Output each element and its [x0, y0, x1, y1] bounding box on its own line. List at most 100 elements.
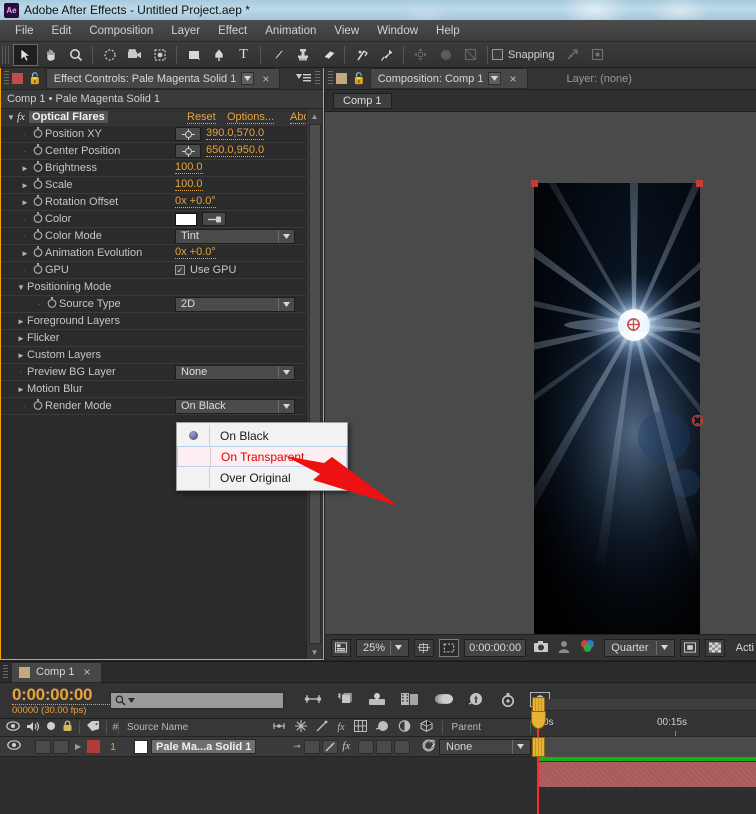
- chevron-right-icon[interactable]: ►: [19, 249, 31, 258]
- show-snapshot-icon[interactable]: [556, 640, 572, 656]
- motion-blur-toggle-icon[interactable]: [304, 692, 322, 709]
- transparency-grid-icon[interactable]: [704, 638, 725, 657]
- selection-tool[interactable]: [13, 43, 38, 66]
- tab-layer[interactable]: Layer: (none): [529, 68, 669, 89]
- render-mode-select[interactable]: On Black: [175, 398, 295, 414]
- chevron-right-icon[interactable]: ►: [19, 164, 31, 173]
- selection-handle-top-left[interactable]: [531, 180, 538, 187]
- stopwatch-icon[interactable]: [31, 263, 45, 277]
- selection-handle-top-right[interactable]: [696, 180, 703, 187]
- frame-blend-icon[interactable]: [353, 720, 367, 735]
- chevron-down-icon[interactable]: ▼: [15, 283, 27, 292]
- chevron-right-icon[interactable]: ►: [19, 181, 31, 190]
- 3d-renderer-icon[interactable]: [336, 692, 354, 710]
- menu-view[interactable]: View: [325, 23, 368, 39]
- stopwatch-icon[interactable]: [31, 144, 45, 158]
- layer-3d-toggle[interactable]: [394, 739, 410, 754]
- puppet-pin-tool[interactable]: [374, 44, 399, 66]
- effect-row-animation-evolution[interactable]: ► Animation Evolution 0x +0.0°: [1, 245, 306, 262]
- options-link[interactable]: Options...: [227, 111, 275, 124]
- frame-blending-icon[interactable]: [434, 692, 454, 709]
- position-xy-gizmo[interactable]: [627, 318, 640, 331]
- effect-row-custom-layers[interactable]: ► Custom Layers: [1, 347, 306, 364]
- effect-row-color[interactable]: · Color: [1, 211, 306, 228]
- comp-panel-grip[interactable]: [328, 71, 333, 86]
- menu-item-over-original[interactable]: Over Original: [177, 467, 347, 488]
- layer-label-color[interactable]: [87, 740, 101, 753]
- zoom-level-select[interactable]: 25%: [356, 638, 409, 657]
- stopwatch-icon[interactable]: [31, 212, 45, 226]
- layer-fx-icon[interactable]: fx: [342, 741, 350, 752]
- layer-shy-icon[interactable]: ⊸: [293, 741, 301, 752]
- panel-grip-right[interactable]: [315, 71, 320, 86]
- rotation-offset-value[interactable]: 0x +0.0°: [175, 196, 216, 208]
- render-mode-dropdown-menu[interactable]: On Black On Transparent Over Original: [176, 422, 348, 491]
- effect-row-optical-flares[interactable]: ▼ fx Optical Flares Reset Options... Abo: [1, 109, 310, 126]
- layer-name[interactable]: Pale Ma...a Solid 1: [151, 739, 257, 754]
- layer-frame-blend-toggle[interactable]: [358, 739, 374, 754]
- auto-keyframe-icon[interactable]: [500, 692, 516, 710]
- close-icon[interactable]: ×: [259, 72, 272, 86]
- pen-tool[interactable]: [206, 44, 231, 66]
- active-camera-label[interactable]: Acti: [730, 639, 756, 657]
- effect-row-rotation-offset[interactable]: ► Rotation Offset 0x +0.0°: [1, 194, 306, 211]
- motion-blur-col-icon[interactable]: [375, 720, 389, 735]
- lock-icon[interactable]: 🔓: [28, 72, 42, 85]
- color-swatch[interactable]: [175, 212, 197, 226]
- toggle-region-icon[interactable]: [331, 638, 351, 657]
- scroll-down-icon[interactable]: ▼: [308, 645, 322, 659]
- parent-select[interactable]: None: [439, 738, 531, 755]
- menu-file[interactable]: File: [6, 23, 43, 39]
- chevron-right-icon[interactable]: ►: [19, 198, 31, 207]
- layer-quality-toggle[interactable]: [322, 739, 339, 754]
- layer-solo-toggle[interactable]: [53, 739, 69, 754]
- panel-menu-icon[interactable]: [294, 71, 312, 86]
- brightness-value[interactable]: 100.0: [175, 162, 203, 174]
- table-row[interactable]: ▶ 1 Pale Ma...a Solid 1 ⊸ fx None: [0, 737, 537, 757]
- effect-row-motion-blur[interactable]: ► Motion Blur: [1, 381, 306, 398]
- stopwatch-icon[interactable]: [31, 399, 45, 413]
- timeline-graph-area[interactable]: 0s 00:15s: [531, 697, 756, 814]
- lock-icon[interactable]: [62, 720, 73, 735]
- stopwatch-icon[interactable]: [31, 127, 45, 141]
- scroll-up-icon[interactable]: ▲: [308, 109, 322, 123]
- stopwatch-icon[interactable]: [31, 195, 45, 209]
- effects-icon[interactable]: [295, 720, 308, 735]
- tab-effect-controls[interactable]: Effect Controls: Pale Magenta Solid 1 ×: [45, 68, 281, 89]
- shy-icon[interactable]: [272, 721, 286, 734]
- rotation-tool[interactable]: [97, 44, 122, 66]
- solo-icon[interactable]: [46, 721, 56, 734]
- menu-effect[interactable]: Effect: [209, 23, 256, 39]
- pan-behind-tool[interactable]: [147, 44, 172, 66]
- shape-tool[interactable]: [181, 44, 206, 66]
- viewer-timecode[interactable]: 0:00:00:00: [463, 638, 527, 657]
- composition-viewer[interactable]: [325, 112, 756, 634]
- timeline-close-icon[interactable]: ×: [81, 665, 94, 679]
- roi-icon[interactable]: [413, 638, 434, 657]
- center-position-picker[interactable]: [175, 144, 201, 158]
- brainstorm-icon[interactable]: [368, 692, 386, 709]
- layer-duration-bar[interactable]: [537, 762, 756, 787]
- effect-row-positioning-mode[interactable]: ▼ Positioning Mode: [1, 279, 306, 296]
- tab-timeline-comp-1[interactable]: Comp 1 ×: [11, 661, 102, 683]
- chevron-right-icon[interactable]: ►: [15, 385, 27, 394]
- eyedropper-icon[interactable]: [202, 212, 226, 226]
- effect-row-color-mode[interactable]: · Color Mode Tint: [1, 228, 306, 245]
- hand-tool[interactable]: [38, 44, 63, 66]
- tab-composition[interactable]: Composition: Comp 1 ×: [369, 68, 528, 89]
- effect-row-render-mode[interactable]: · Render Mode On Black: [1, 398, 306, 415]
- film-icon[interactable]: [400, 692, 420, 709]
- menu-window[interactable]: Window: [368, 23, 427, 39]
- camera-tool[interactable]: [122, 44, 147, 66]
- column-header-source-name[interactable]: Source Name: [127, 722, 188, 733]
- layer-track-row[interactable]: [537, 737, 756, 757]
- stopwatch-icon[interactable]: [45, 297, 59, 311]
- audio-icon[interactable]: [26, 721, 40, 735]
- clone-stamp-tool[interactable]: [290, 44, 315, 66]
- chevron-down-icon[interactable]: [241, 72, 255, 85]
- menu-animation[interactable]: Animation: [256, 23, 325, 39]
- effect-row-position-xy[interactable]: · Position XY 390.0,570.0: [1, 126, 306, 143]
- channel-icon[interactable]: [577, 639, 599, 656]
- 3d-layer-icon[interactable]: [419, 719, 433, 735]
- center-position-value[interactable]: 650.0,950.0: [206, 145, 265, 157]
